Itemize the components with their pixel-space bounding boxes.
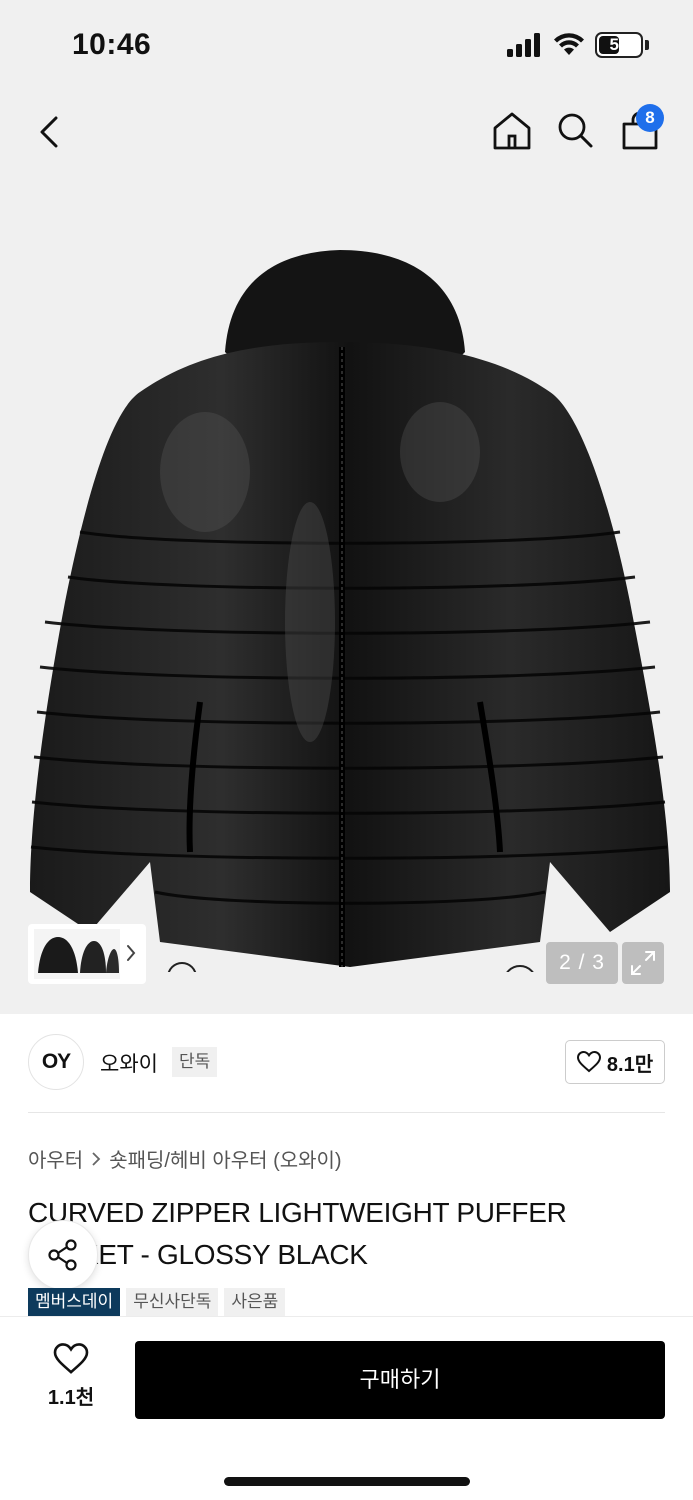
brand-like-count: 8.1만 (606, 1053, 654, 1076)
wishlist-button[interactable]: 1.1천 (38, 1343, 104, 1419)
battery-indicator: 51 (595, 32, 643, 58)
product-image[interactable] (20, 242, 680, 972)
product-title: CURVED ZIPPER LIGHTWEIGHT PUFFER JACKET … (28, 1197, 567, 1270)
brand-name[interactable]: 오와이 (100, 1048, 158, 1078)
product-gallery[interactable]: 8 2 / 3 (0, 92, 693, 1014)
wifi-icon (554, 33, 584, 55)
breadcrumb: 아우터 숏패딩/헤비 아우터 (오와이) (28, 1144, 342, 1173)
breadcrumb-parent[interactable]: 아우터 (28, 1144, 83, 1173)
status-indicators: 51 (507, 32, 649, 58)
brand-exclusive-tag: 단독 (172, 1047, 218, 1077)
signal-icon (507, 33, 540, 57)
home-indicator (224, 1477, 470, 1486)
divider (28, 1112, 665, 1113)
share-button[interactable] (28, 1220, 98, 1290)
expand-icon (631, 951, 655, 975)
brand-like-button[interactable]: 8.1만 (565, 1040, 665, 1084)
battery-level: 51 (609, 35, 629, 54)
bottom-action-bar: 1.1천 구매하기 (0, 1316, 693, 1500)
cart-count-badge: 8 (636, 104, 664, 132)
expand-button[interactable] (622, 942, 664, 984)
gallery-page-indicator: 2 / 3 (546, 942, 618, 984)
thumbnail-strip[interactable] (28, 924, 146, 984)
breadcrumb-current[interactable]: 숏패딩/헤비 아우터 (오와이) (109, 1144, 341, 1173)
status-time: 10:46 (72, 28, 152, 61)
heart-icon (576, 1051, 601, 1073)
badge-members-day: 멤버스데이 (28, 1288, 121, 1316)
badge-gift: 사은품 (224, 1288, 286, 1316)
badge-musinsa-exclusive: 무신사단독 (126, 1288, 219, 1316)
status-bar: 10:46 51 (0, 0, 693, 92)
chevron-right-icon[interactable] (124, 942, 138, 964)
chevron-right-icon (92, 1151, 101, 1166)
brand-logo[interactable]: OY (28, 1034, 84, 1090)
thumbnail-image[interactable] (34, 929, 120, 979)
product-badges: 멤버스데이 무신사단독 사은품 (28, 1288, 286, 1316)
heart-icon (53, 1343, 89, 1374)
wishlist-count: 1.1천 (47, 1387, 95, 1409)
brand-row: OY 오와이 단독 8.1만 (28, 1034, 665, 1092)
search-icon[interactable] (553, 108, 597, 152)
battery-tip (645, 40, 649, 50)
buy-button[interactable]: 구매하기 (135, 1341, 665, 1419)
back-icon[interactable] (30, 110, 74, 154)
share-icon (48, 1239, 77, 1271)
brand-logo-text: OY (41, 1050, 71, 1073)
home-icon[interactable] (490, 108, 534, 152)
